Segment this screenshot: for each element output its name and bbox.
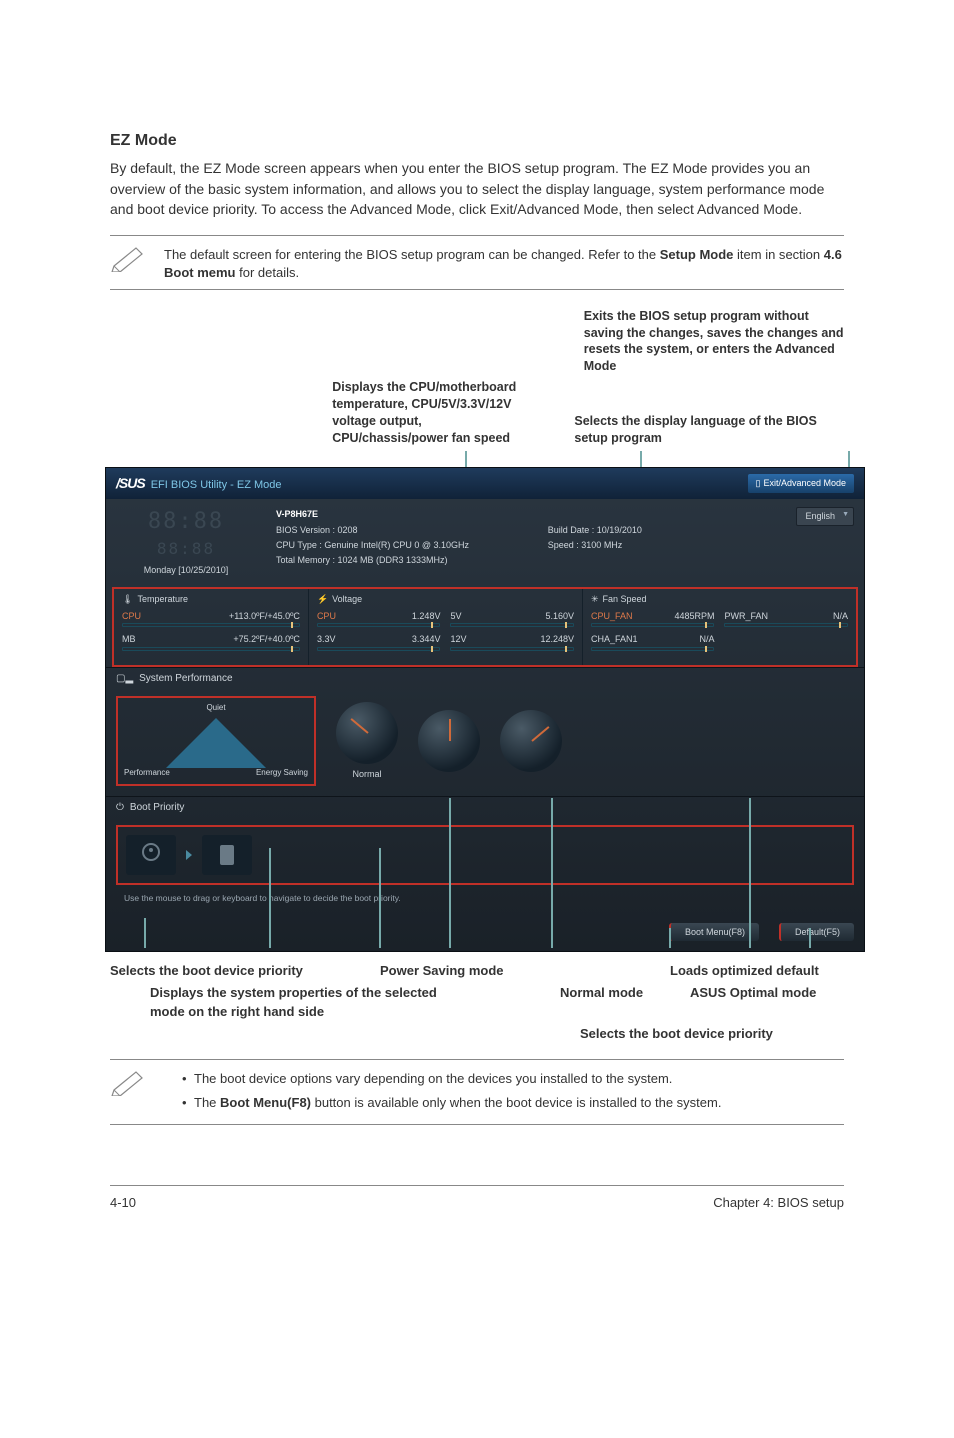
fan-icon: ✳ (591, 593, 599, 606)
chart-icon: ▢▂ (116, 672, 133, 686)
callout-power-saving: Power Saving mode (380, 962, 550, 980)
performance-mode-gauge2[interactable] (418, 710, 480, 772)
default-button[interactable]: Default(F5) (779, 923, 854, 942)
callout-system-properties: Displays the system properties of the se… (150, 984, 450, 1020)
note-block-1: The default screen for entering the BIOS… (110, 235, 844, 289)
boot-menu-button[interactable]: Boot Menu(F8) (669, 923, 759, 942)
bios-screenshot: /SUSEFI BIOS Utility - EZ Mode ▯Exit/Adv… (105, 467, 865, 953)
note-item-1: The boot device options vary depending o… (182, 1070, 844, 1088)
note-block-2: The boot device options vary depending o… (110, 1059, 844, 1125)
exit-advanced-mode-button[interactable]: ▯Exit/Advanced Mode (748, 474, 855, 493)
chapter-label: Chapter 4: BIOS setup (713, 1194, 844, 1212)
sensor-panel: 🌡Temperature CPU+113.0ºF/+45.0ºC MB+75.2… (112, 587, 858, 667)
pencil-icon (110, 242, 150, 274)
callout-boot-device-priority: Selects the boot device priority (580, 1025, 773, 1043)
page-heading: EZ Mode (110, 130, 844, 152)
callout-language: Selects the display language of the BIOS… (574, 413, 844, 447)
build-info: Build Date : 10/19/2010 Speed : 3100 MHz (548, 507, 724, 577)
callout-exit-mode: Exits the BIOS setup program without sav… (584, 308, 844, 376)
boot-devices-row[interactable] (116, 825, 854, 885)
power-icon: ⏻ (116, 801, 124, 815)
boot-hint: Use the mouse to drag or keyboard to nav… (116, 893, 854, 911)
bolt-icon: ⚡ (317, 593, 328, 606)
pencil-icon (110, 1066, 150, 1098)
callout-boot-priority: Selects the boot device priority (110, 962, 380, 980)
language-dropdown[interactable]: English (796, 507, 854, 526)
callout-optimized-default: Loads optimized default (670, 962, 819, 980)
performance-mode-normal[interactable]: Normal (336, 702, 398, 781)
thermometer-icon: 🌡 (122, 593, 133, 606)
annotated-screenshot-area: Exits the BIOS setup program without sav… (110, 308, 844, 1043)
clock-digits2: 88:88 (116, 538, 256, 560)
boot-device-usb[interactable] (202, 835, 252, 875)
voltage-header: ⚡Voltage (317, 593, 574, 606)
note-text-1: The default screen for entering the BIOS… (164, 242, 844, 282)
clock-date: Monday [10/25/2010] (116, 564, 256, 577)
chevron-right-icon (186, 850, 192, 860)
system-info: V-P8H67E BIOS Version : 0208 CPU Type : … (276, 507, 528, 577)
page-footer: 4-10 Chapter 4: BIOS setup (110, 1185, 844, 1212)
boot-priority-header: ⏻Boot Priority (106, 796, 864, 819)
fan-header: ✳Fan Speed (591, 593, 848, 606)
performance-mode-optimal[interactable] (500, 710, 562, 772)
clock-area: 88:88 88:88 Monday [10/25/2010] (116, 507, 256, 577)
boot-device-disk[interactable] (126, 835, 176, 875)
note-item-2: The Boot Menu(F8) button is available on… (182, 1094, 844, 1112)
page-number: 4-10 (110, 1194, 136, 1212)
asus-logo: /SUS (116, 475, 145, 491)
bios-title: /SUSEFI BIOS Utility - EZ Mode (116, 474, 282, 494)
callout-normal-mode: Normal mode (560, 984, 690, 1020)
door-icon: ▯ (756, 477, 761, 490)
performance-mode-quiet[interactable]: Quiet Performance Energy Saving (116, 696, 316, 786)
callout-sensors: Displays the CPU/motherboard temperature… (332, 379, 534, 447)
callout-optimal-mode: ASUS Optimal mode (690, 984, 816, 1020)
system-performance-header: ▢▂System Performance (106, 667, 864, 690)
temperature-header: 🌡Temperature (122, 593, 300, 606)
intro-text: By default, the EZ Mode screen appears w… (110, 158, 844, 219)
clock-digits: 88:88 (116, 507, 256, 538)
